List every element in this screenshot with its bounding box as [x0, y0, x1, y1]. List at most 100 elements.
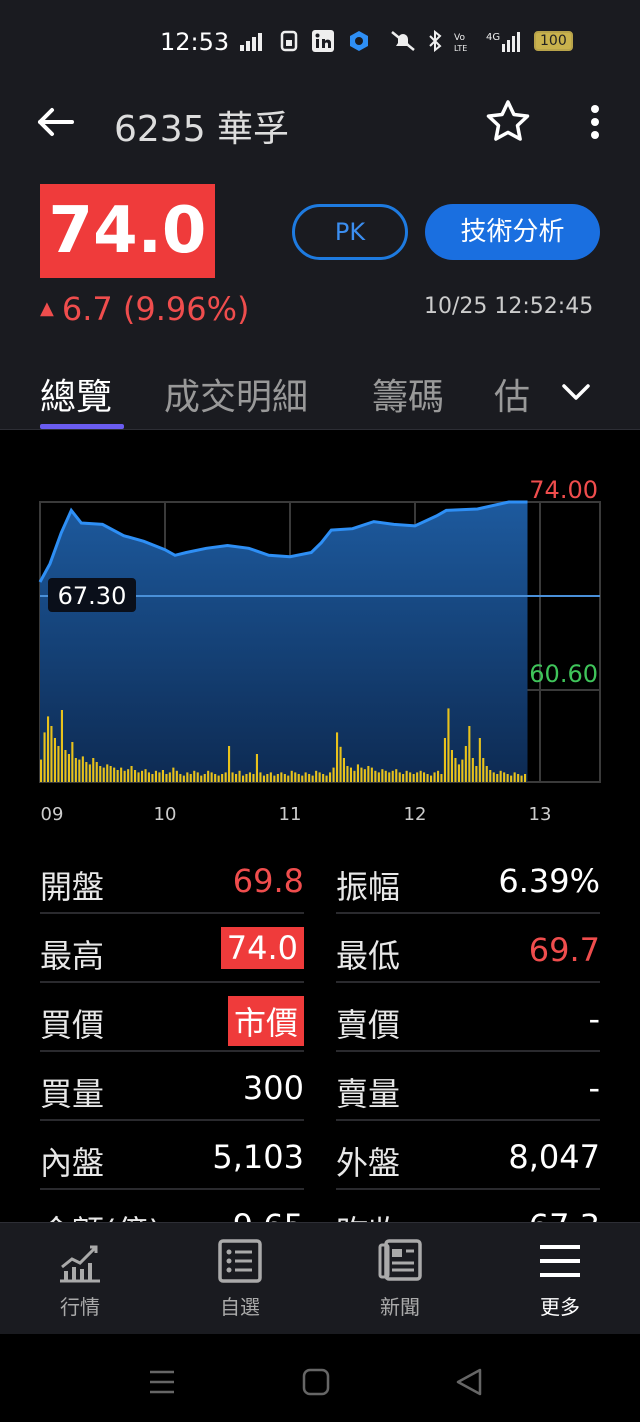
stat-row: 最高 74.0: [40, 915, 304, 983]
stat-value: 300: [242, 1069, 304, 1107]
volume-bar: [332, 767, 335, 782]
intraday-chart[interactable]: 74.00 60.60 67.30 09 10 11 12 13: [0, 432, 640, 840]
volume-bar: [252, 774, 255, 782]
favorite-star-icon[interactable]: [484, 98, 532, 146]
back-arrow-icon[interactable]: [34, 100, 78, 144]
volume-bar: [238, 770, 241, 782]
list-icon: [218, 1239, 262, 1283]
nav-quotes-label: 行情: [60, 1295, 100, 1319]
app-icon: [350, 31, 368, 51]
volume-bar: [367, 766, 370, 782]
volume-bar: [402, 774, 405, 782]
stat-label: 振幅: [336, 868, 401, 906]
volume-bar: [154, 770, 157, 782]
y-top-label: 74.00: [529, 476, 598, 504]
more-options-icon[interactable]: [580, 100, 610, 144]
volume-bar: [245, 774, 248, 782]
volume-bar: [503, 772, 506, 782]
volume-bar: [47, 716, 50, 782]
volume-bar: [168, 772, 171, 782]
volume-bar: [161, 770, 164, 782]
volume-bar: [269, 772, 272, 782]
volume-bar: [144, 769, 147, 782]
nav-quotes[interactable]: 行情: [20, 1237, 140, 1320]
volume-bar: [370, 767, 373, 782]
volume-bar: [217, 775, 220, 782]
volume-bar: [513, 772, 516, 782]
volume-bar: [60, 710, 63, 782]
x-tick-label: 13: [529, 804, 552, 825]
tab-valuation[interactable]: 估: [494, 368, 530, 420]
status-time: 12:53: [160, 28, 230, 56]
bluetooth-icon: [429, 30, 442, 52]
stat-value: 8,047: [508, 1138, 600, 1176]
tab-chips[interactable]: 籌碼: [372, 368, 444, 420]
status-icons-right: Vo LTE 4G 100: [390, 30, 573, 52]
volume-bar: [50, 726, 53, 782]
volume-bar: [189, 774, 192, 782]
tab-overview[interactable]: 總覽: [40, 368, 112, 420]
volume-bar: [141, 770, 144, 782]
volume-bar: [423, 772, 426, 782]
volume-bar: [266, 774, 269, 782]
page-title: 6235 華孚: [114, 109, 290, 150]
nav-news[interactable]: 新聞: [340, 1237, 460, 1320]
recents-icon[interactable]: [142, 1362, 182, 1402]
stat-row: 金額(億)9.65: [40, 1191, 304, 1226]
volume-bar: [179, 774, 182, 782]
nav-more[interactable]: 更多: [500, 1237, 620, 1320]
volume-bar: [353, 770, 356, 782]
volume-bar: [520, 775, 523, 782]
volume-bar: [322, 774, 325, 782]
tab-trade-details[interactable]: 成交明細: [164, 368, 308, 420]
volume-bar: [134, 770, 137, 782]
volume-bar: [120, 767, 123, 782]
volume-bar: [301, 775, 304, 782]
volume-bar: [81, 756, 84, 782]
battery-icon: 100: [534, 31, 573, 51]
volume-bar: [440, 774, 443, 782]
volume-bar: [346, 766, 349, 782]
volume-bar: [464, 746, 467, 782]
volume-bar: [461, 759, 464, 782]
stat-value: 69.8: [232, 862, 304, 900]
price-change-value: 6.7 (9.96%): [61, 290, 250, 328]
stats-table: 開盤 69.8 振幅 6.39% 最高 74.0 最低 69.7 買價 市價 賣價 - 買量 300 賣量 -…: [0, 846, 640, 1226]
nav-more-label: 更多: [540, 1295, 580, 1319]
volume-bar: [165, 774, 168, 782]
volume-bar: [315, 770, 318, 782]
volume-bar: [381, 769, 384, 782]
signal-icon: [240, 33, 262, 51]
volume-bar: [248, 772, 251, 782]
stat-row: 買量 300: [40, 1053, 304, 1121]
stat-row: 內盤 5,103: [40, 1122, 304, 1190]
technical-analysis-button[interactable]: 技術分析: [425, 204, 600, 260]
home-icon[interactable]: [296, 1362, 336, 1402]
volume-bar: [182, 775, 185, 782]
volume-bar: [496, 774, 499, 782]
pk-button[interactable]: PK: [292, 204, 408, 260]
chart-svg: 74.00 60.60 67.30 09 10 11 12 13: [38, 476, 601, 825]
svg-text:LTE: LTE: [454, 44, 467, 52]
stat-label: 外盤: [336, 1144, 401, 1182]
volume-bar: [478, 738, 481, 782]
volume-bar: [405, 770, 408, 782]
volume-bar: [67, 754, 70, 782]
volume-bar: [40, 759, 43, 782]
volume-bar: [363, 769, 366, 782]
volume-bar: [113, 767, 116, 782]
x-tick-label: 10: [154, 804, 177, 825]
volume-bar: [123, 770, 126, 782]
volume-bar: [384, 770, 387, 782]
volume-bar: [297, 774, 300, 782]
volume-bar: [447, 708, 450, 782]
volume-bar: [412, 774, 415, 782]
volume-bar: [259, 772, 262, 782]
stat-label: 買量: [40, 1075, 105, 1113]
back-icon[interactable]: [450, 1362, 490, 1402]
volume-bar: [349, 767, 352, 782]
nav-watchlist[interactable]: 自選: [180, 1237, 300, 1320]
volume-bar: [377, 772, 380, 782]
chevron-down-icon[interactable]: [558, 374, 594, 410]
volume-bar: [228, 746, 231, 782]
